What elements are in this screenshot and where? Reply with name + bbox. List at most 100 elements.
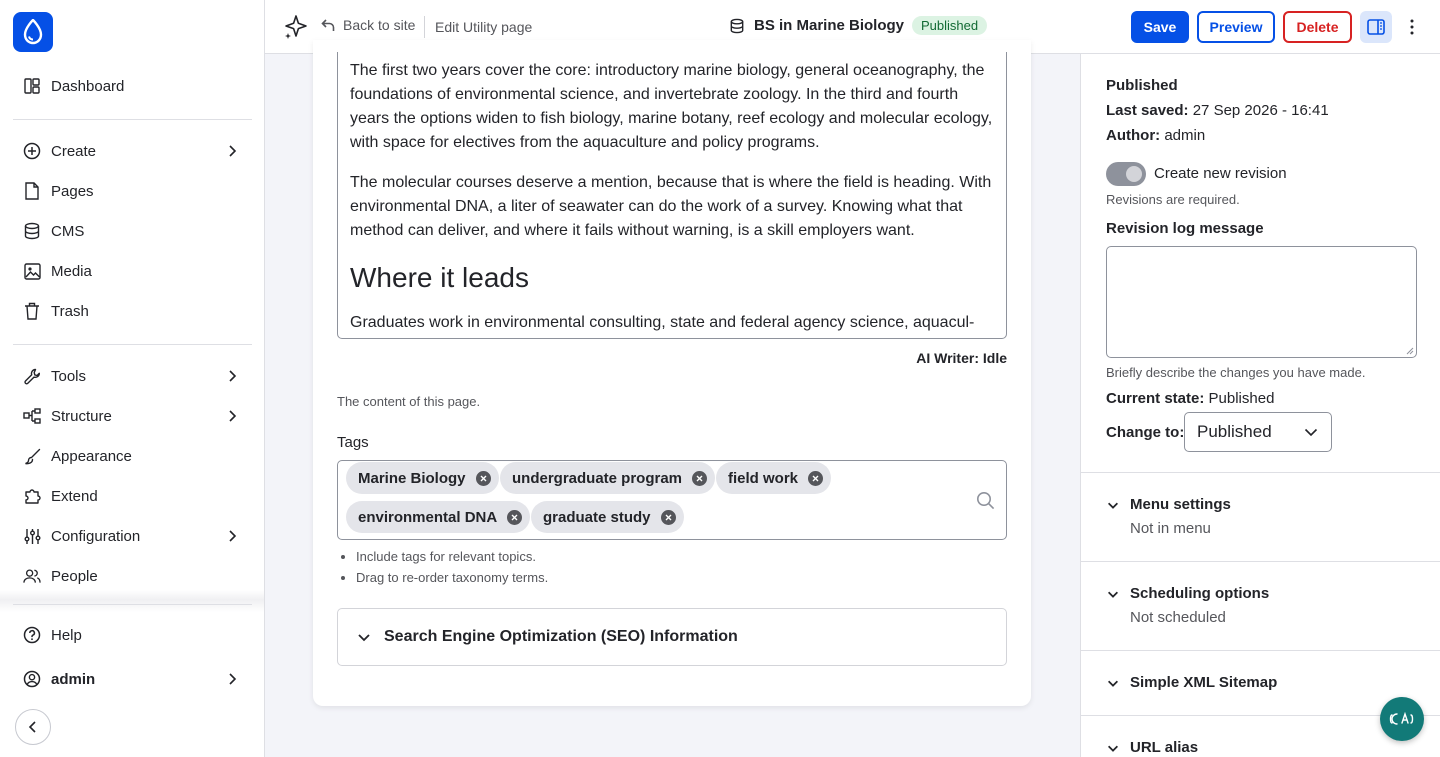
sidebar-item-label: Extend bbox=[51, 487, 98, 505]
remove-tag-icon[interactable] bbox=[507, 509, 523, 525]
chevron-down-icon bbox=[1106, 497, 1122, 513]
toggle-sidebar-button[interactable] bbox=[1360, 11, 1392, 43]
sidebar-item-dashboard[interactable]: Dashboard bbox=[13, 68, 253, 104]
brush-icon bbox=[23, 447, 41, 465]
tag-label: undergraduate program bbox=[512, 469, 683, 487]
dashboard-icon bbox=[23, 77, 41, 95]
remove-tag-icon[interactable] bbox=[475, 470, 491, 486]
sidebar-item-media[interactable]: Media bbox=[13, 253, 253, 289]
tag-chip[interactable]: Marine Biology bbox=[346, 462, 499, 494]
status-badge: Published bbox=[912, 16, 988, 35]
xml-sitemap-accordion[interactable]: Simple XML Sitemap bbox=[1106, 674, 1277, 691]
divider bbox=[13, 344, 252, 345]
page-title: BS in Marine Biology bbox=[754, 17, 905, 34]
tag-chip[interactable]: field work bbox=[716, 462, 832, 494]
sidebar-item-structure[interactable]: Structure bbox=[13, 398, 253, 434]
ai-sparkle-icon[interactable] bbox=[283, 14, 309, 40]
menu-settings-accordion[interactable]: Menu settings bbox=[1106, 496, 1231, 513]
revision-log-textarea[interactable] bbox=[1106, 246, 1417, 358]
edit-page-label: Edit Utility page bbox=[435, 19, 532, 35]
last-saved-label: Last saved: bbox=[1106, 102, 1189, 119]
create-revision-toggle[interactable] bbox=[1106, 162, 1146, 186]
sidebar-item-label: CMS bbox=[51, 222, 85, 240]
sidebar-item-tools[interactable]: Tools bbox=[13, 358, 253, 394]
structure-icon bbox=[23, 407, 41, 425]
remove-tag-icon[interactable] bbox=[692, 470, 708, 486]
tags-input[interactable]: Marine Biology undergraduate program fie… bbox=[337, 460, 1007, 540]
page-title-group: BS in Marine Biology Published bbox=[730, 16, 988, 35]
sidebar-item-help[interactable]: Help bbox=[13, 617, 253, 653]
tag-chip[interactable]: undergraduate program bbox=[500, 462, 716, 494]
collapse-sidebar-button[interactable] bbox=[15, 709, 51, 745]
tag-chip[interactable]: graduate study bbox=[531, 501, 684, 533]
sidebar-item-label: Tools bbox=[51, 367, 87, 385]
delete-button[interactable]: Delete bbox=[1283, 11, 1352, 43]
sidebar-item-label: Create bbox=[51, 142, 97, 160]
field-description: The content of this page. bbox=[337, 394, 481, 409]
trash-icon bbox=[23, 302, 41, 320]
accordion-title: URL alias bbox=[1130, 739, 1199, 756]
help-item: Include tags for relevant topics. bbox=[356, 546, 548, 567]
editor-paragraph: The molecular courses deserve a mention,… bbox=[350, 174, 992, 239]
scheduling-options-accordion[interactable]: Scheduling options bbox=[1106, 585, 1269, 602]
chevron-down-icon bbox=[1106, 675, 1122, 691]
drupal-logo[interactable] bbox=[13, 12, 53, 52]
seo-accordion[interactable]: Search Engine Optimization (SEO) Informa… bbox=[337, 608, 1007, 666]
editor-paragraph: Graduates work in environmental consulti… bbox=[350, 314, 975, 331]
user-circle-icon bbox=[23, 670, 41, 688]
sidebar-item-people[interactable]: People bbox=[13, 558, 253, 594]
edit-page-text: Edit Utility page bbox=[435, 19, 533, 35]
revision-log-help: Briefly describe the changes you have ma… bbox=[1106, 365, 1366, 380]
tag-chip[interactable]: environmental DNA bbox=[346, 501, 531, 533]
sidebar-item-pages[interactable]: Pages bbox=[13, 173, 253, 209]
sidebar-item-label: People bbox=[51, 567, 98, 585]
chevron-right-icon bbox=[223, 142, 241, 160]
tag-label: Marine Biology bbox=[358, 469, 466, 487]
search-icon[interactable] bbox=[976, 491, 995, 515]
chevron-right-icon bbox=[223, 367, 241, 385]
selected-state: Published bbox=[1197, 422, 1272, 441]
chevron-down-icon bbox=[1106, 586, 1122, 602]
chevron-left-icon bbox=[28, 721, 36, 733]
tags-label: Tags bbox=[337, 434, 369, 451]
resize-handle-icon bbox=[1406, 347, 1414, 355]
revision-log-label: Revision log message bbox=[1106, 220, 1264, 237]
database-icon bbox=[730, 18, 744, 33]
url-alias-accordion[interactable]: URL alias bbox=[1106, 739, 1198, 756]
scroll-shadow bbox=[0, 590, 264, 612]
accordion-summary: Not in menu bbox=[1130, 520, 1211, 537]
sidebar-item-admin[interactable]: admin bbox=[13, 661, 253, 697]
sidebar-item-extend[interactable]: Extend bbox=[13, 478, 253, 514]
sidebar-item-cms[interactable]: CMS bbox=[13, 213, 253, 249]
sidebar-item-configuration[interactable]: Configuration bbox=[13, 518, 253, 554]
current-state-label: Current state: bbox=[1106, 390, 1205, 407]
remove-tag-icon[interactable] bbox=[660, 509, 676, 525]
divider bbox=[1081, 650, 1440, 651]
sidebar-item-label: Configuration bbox=[51, 527, 141, 545]
sidebar-item-trash[interactable]: Trash bbox=[13, 293, 253, 329]
create-revision-label: Create new revision bbox=[1154, 165, 1287, 182]
help-icon bbox=[23, 626, 41, 644]
chevron-right-icon bbox=[223, 670, 241, 688]
back-to-site-link[interactable]: Back to site bbox=[321, 17, 415, 33]
moderation-state-select[interactable]: Published bbox=[1184, 412, 1332, 452]
more-options-icon[interactable] bbox=[1402, 17, 1422, 37]
sidebar-item-label: Help bbox=[51, 626, 82, 644]
remove-tag-icon[interactable] bbox=[808, 470, 824, 486]
sidebar-item-create[interactable]: Create bbox=[13, 133, 253, 169]
chevron-right-icon bbox=[223, 527, 241, 545]
editor-paragraph: The first two years cover the core: intr… bbox=[350, 62, 993, 151]
sidebar-item-appearance[interactable]: Appearance bbox=[13, 438, 253, 474]
tag-label: environmental DNA bbox=[358, 508, 498, 526]
preview-button[interactable]: Preview bbox=[1197, 11, 1275, 43]
chevron-down-icon bbox=[1303, 424, 1319, 445]
sidebar-item-label: Media bbox=[51, 262, 92, 280]
chevron-right-icon bbox=[223, 407, 241, 425]
page-icon bbox=[23, 182, 41, 200]
assistant-icon bbox=[1389, 711, 1414, 725]
sidebar-item-label: Appearance bbox=[51, 447, 132, 465]
body-editor[interactable]: The first two years cover the core: intr… bbox=[337, 52, 1007, 339]
wrench-icon bbox=[23, 367, 41, 385]
assistant-chat-button[interactable] bbox=[1380, 697, 1424, 741]
save-button[interactable]: Save bbox=[1131, 11, 1189, 43]
